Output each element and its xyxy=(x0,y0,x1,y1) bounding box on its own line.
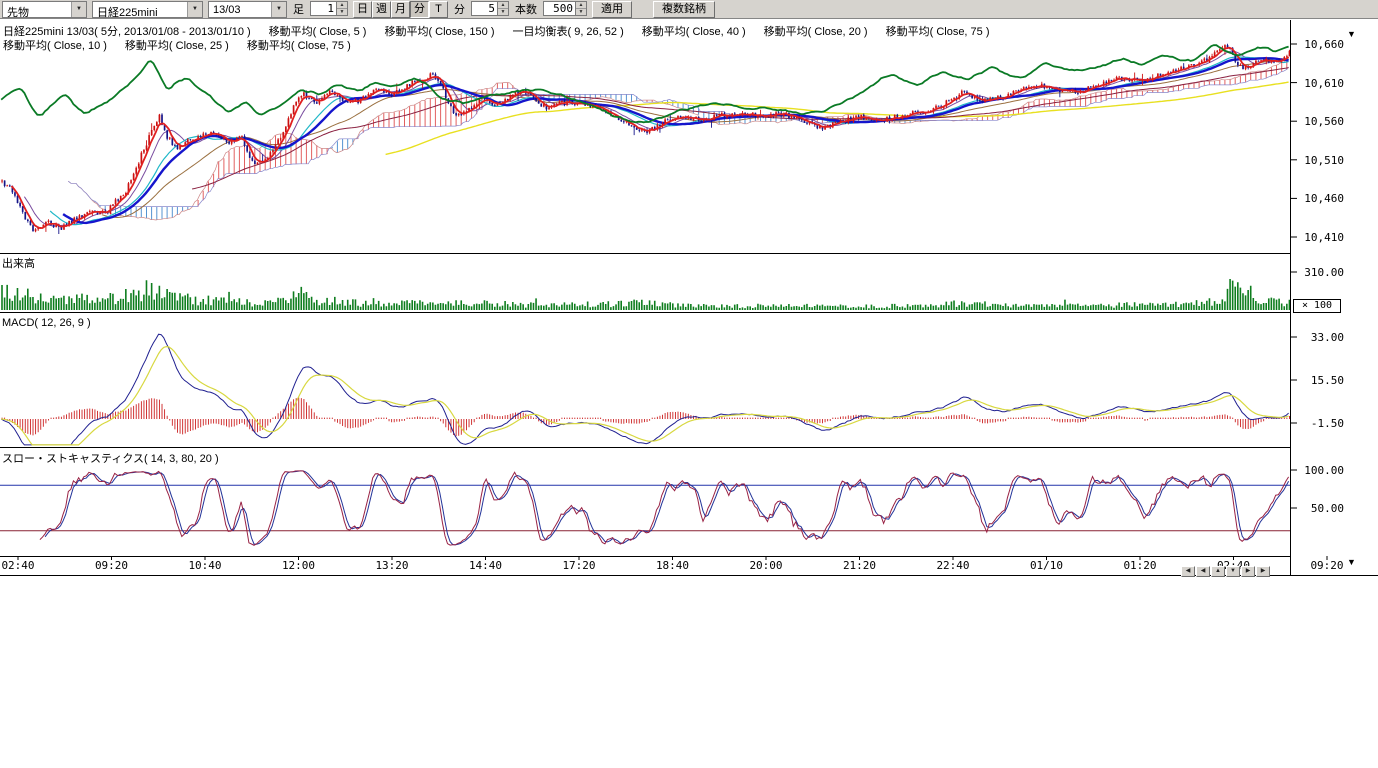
market-select-value: 先物 xyxy=(3,2,71,17)
stoch-axis-label: 50.00 xyxy=(1294,502,1344,515)
time-axis-label: 20:00 xyxy=(744,559,788,572)
minute-input[interactable] xyxy=(471,1,497,16)
chart-plot[interactable] xyxy=(0,0,1378,580)
price-axis-label: 10,460 xyxy=(1294,192,1344,205)
time-axis-label: 18:40 xyxy=(651,559,695,572)
price-axis-label: 10,610 xyxy=(1294,77,1344,90)
bars-label: 本数 xyxy=(514,1,538,17)
volume-axis-label: 310.00 xyxy=(1294,266,1344,279)
time-axis-scroll-down-icon[interactable]: ▼ xyxy=(1347,558,1356,567)
time-axis-label: 09:20 xyxy=(90,559,134,572)
chart-scrollbar: ◀◀▲▼▶▶ xyxy=(1181,566,1270,577)
stoch-pane-label: スロー・ストキャスティクス( 14, 3, 80, 20 ) xyxy=(2,450,219,466)
contract-select-value: 13/03 xyxy=(209,2,271,17)
macd-pane-label: MACD( 12, 26, 9 ) xyxy=(2,317,91,329)
spin-down-icon[interactable]: ▼ xyxy=(498,9,508,15)
volume-pane-label: 出来高 xyxy=(2,255,35,271)
apply-button[interactable]: 適用 xyxy=(592,1,632,18)
legend-line-2: 移動平均( Close, 10 ) 移動平均( Close, 25 ) 移動平均( … xyxy=(3,37,369,53)
price-axis-scroll-down-icon[interactable]: ▼ xyxy=(1347,30,1356,39)
chevron-down-icon[interactable]: ▼ xyxy=(187,2,202,17)
price-axis-label: 10,410 xyxy=(1294,231,1344,244)
ashi-label: 足 xyxy=(292,1,305,17)
price-axis-label: 10,560 xyxy=(1294,115,1344,128)
spin-up-icon[interactable]: ▲ xyxy=(576,2,586,9)
time-axis-label: 01:20 xyxy=(1118,559,1162,572)
legend-item: 移動平均( Close, 40 ) xyxy=(642,23,746,39)
ashi-stepper: ▲ ▼ xyxy=(310,1,348,18)
bars-stepper: ▲ ▼ xyxy=(543,1,587,18)
minute-label: 分 xyxy=(453,1,466,17)
time-axis-label: 21:20 xyxy=(838,559,882,572)
legend-item: 一目均衡表( 9, 26, 52 ) xyxy=(512,23,623,39)
time-axis-label: 02:40 xyxy=(0,559,40,572)
market-select[interactable]: 先物 ▼ xyxy=(2,1,87,18)
symbol-select[interactable]: 日経225mini ▼ xyxy=(92,1,203,18)
bars-input[interactable] xyxy=(543,1,575,16)
legend-item: 移動平均( Close, 150 ) xyxy=(384,23,494,39)
macd-axis-label: 33.00 xyxy=(1294,331,1344,344)
legend-item: 移動平均( Close, 25 ) xyxy=(125,37,229,53)
time-axis-label: 22:40 xyxy=(931,559,975,572)
symbol-select-value: 日経225mini xyxy=(93,2,187,17)
chart-scroll-button-2[interactable]: ▲ xyxy=(1211,566,1225,577)
chevron-down-icon[interactable]: ▼ xyxy=(271,2,286,17)
time-axis-label: 09:20 xyxy=(1305,559,1349,572)
macd-axis-label: -1.50 xyxy=(1294,417,1344,430)
chart-application-window: 先物 ▼ 日経225mini ▼ 13/03 ▼ 足 ▲ ▼ 日週月分T 分 ▲… xyxy=(0,0,1378,768)
macd-axis-label: 15.50 xyxy=(1294,374,1344,387)
volume-multiplier-badge: × 100 xyxy=(1293,299,1341,313)
chart-scroll-button-5[interactable]: ▶ xyxy=(1256,566,1270,577)
period-button-週[interactable]: 週 xyxy=(372,1,391,18)
minute-stepper: ▲ ▼ xyxy=(471,1,509,18)
time-axis-label: 13:20 xyxy=(370,559,414,572)
chevron-down-icon[interactable]: ▼ xyxy=(71,2,86,17)
legend-item: 移動平均( Close, 20 ) xyxy=(764,23,868,39)
chart-scroll-button-1[interactable]: ◀ xyxy=(1196,566,1210,577)
legend-item: 移動平均( Close, 75 ) xyxy=(247,37,351,53)
spin-up-icon[interactable]: ▲ xyxy=(498,2,508,9)
chart-scroll-button-4[interactable]: ▶ xyxy=(1241,566,1255,577)
legend-item: 移動平均( Close, 75 ) xyxy=(886,23,990,39)
price-axis-label: 10,510 xyxy=(1294,154,1344,167)
time-axis-label: 14:40 xyxy=(464,559,508,572)
spin-down-icon[interactable]: ▼ xyxy=(337,9,347,15)
time-axis-label: 10:40 xyxy=(183,559,227,572)
period-button-T[interactable]: T xyxy=(429,1,448,18)
spin-down-icon[interactable]: ▼ xyxy=(576,9,586,15)
ashi-input[interactable] xyxy=(310,1,336,16)
period-button-月[interactable]: 月 xyxy=(391,1,410,18)
period-button-group: 日週月分T xyxy=(353,1,448,18)
stoch-axis-label: 100.00 xyxy=(1294,464,1344,477)
toolbar: 先物 ▼ 日経225mini ▼ 13/03 ▼ 足 ▲ ▼ 日週月分T 分 ▲… xyxy=(0,0,1378,19)
time-axis-label: 17:20 xyxy=(557,559,601,572)
chart-scroll-button-3[interactable]: ▼ xyxy=(1226,566,1240,577)
time-axis-label: 01/10 xyxy=(1025,559,1069,572)
legend-item: 移動平均( Close, 10 ) xyxy=(3,37,107,53)
price-axis-label: 10,660 xyxy=(1294,38,1344,51)
time-axis-label: 12:00 xyxy=(277,559,321,572)
period-button-日[interactable]: 日 xyxy=(353,1,372,18)
chart-scroll-button-0[interactable]: ◀ xyxy=(1181,566,1195,577)
spin-up-icon[interactable]: ▲ xyxy=(337,2,347,9)
multi-symbol-button[interactable]: 複数銘柄 xyxy=(653,1,715,18)
period-button-分[interactable]: 分 xyxy=(410,1,429,18)
contract-select[interactable]: 13/03 ▼ xyxy=(208,1,287,18)
